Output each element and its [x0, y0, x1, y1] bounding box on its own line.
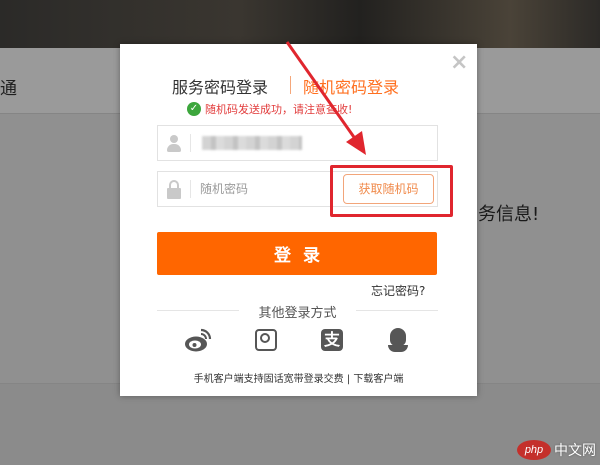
- watermark-site-name: 中文网: [554, 442, 596, 459]
- weibo-icon[interactable]: [184, 326, 212, 356]
- username-field[interactable]: [157, 125, 438, 161]
- field-divider: [190, 134, 191, 152]
- check-circle-icon: ✓: [187, 102, 201, 116]
- p-icon[interactable]: [252, 326, 280, 356]
- footer-separator: |: [343, 374, 354, 385]
- other-login-title: 其他登录方式: [258, 306, 337, 321]
- login-tabs: 服务密码登录 随机密码登录: [120, 74, 477, 98]
- tab-separator: [290, 76, 291, 94]
- tab-random-password[interactable]: 随机密码登录: [303, 74, 399, 98]
- background-message: 务信息!: [478, 204, 540, 225]
- field-divider: [190, 180, 191, 198]
- login-button[interactable]: 登录: [157, 232, 437, 275]
- other-login-methods: 其他登录方式: [157, 302, 438, 321]
- php-logo: php: [517, 439, 551, 460]
- divider-line-right: [356, 310, 438, 311]
- download-client-link[interactable]: 下载客户端: [353, 374, 403, 385]
- qq-icon[interactable]: [384, 326, 412, 356]
- username-value-blurred: [202, 136, 302, 150]
- close-button[interactable]: ×: [450, 52, 468, 74]
- tab-service-password[interactable]: 服务密码登录: [172, 74, 268, 98]
- lock-icon: [158, 172, 190, 206]
- notice-text: 随机码发送成功，请注意查收!: [205, 103, 353, 116]
- background-footer-area: [0, 384, 600, 465]
- forgot-password-link[interactable]: 忘记密码?: [371, 282, 425, 299]
- site-watermark: php 中文网: [517, 439, 596, 461]
- send-success-notice: ✓ 随机码发送成功，请注意查收!: [187, 101, 352, 117]
- background-nav-text: 通: [0, 79, 17, 99]
- user-icon: [158, 126, 190, 160]
- login-dialog: × 服务密码登录 随机密码登录 ✓随机码发送成功，请注意查收! 获取随机码 登录…: [120, 44, 477, 396]
- random-code-input[interactable]: [200, 180, 310, 198]
- client-download-note: 手机客户端支持固话宽带登录交费 | 下载客户端: [120, 370, 477, 385]
- social-login-icons: 支: [182, 326, 422, 358]
- background-banner: [0, 0, 600, 48]
- client-support-text: 手机客户端支持固话宽带登录交费: [193, 374, 344, 385]
- annotation-highlight-box: [330, 165, 453, 217]
- alipay-icon[interactable]: 支: [318, 326, 346, 356]
